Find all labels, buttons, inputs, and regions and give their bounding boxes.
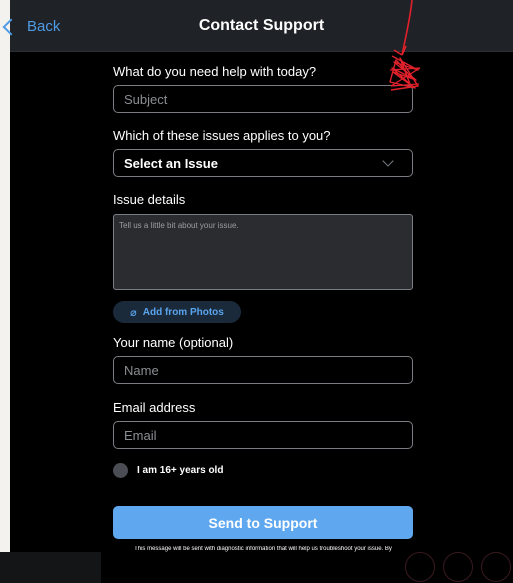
subject-label: What do you need help with today? [113,64,317,79]
issue-select[interactable]: Select an Issue [113,149,413,177]
details-label: Issue details [113,192,186,207]
send-to-support-button[interactable]: Send to Support [113,506,413,539]
age-confirm-row: I am 16+ years old [113,463,223,478]
chevron-down-icon [382,155,394,167]
diagnostic-notice: This message will be sent with diagnosti… [134,546,392,552]
email-label: Email address [113,400,196,415]
background-circle-icon [405,552,435,582]
nav-header: Back Contact Support [2,0,513,52]
add-from-photos-button[interactable]: ⌀ Add from Photos [113,301,241,323]
name-label: Your name (optional) [113,335,234,350]
background-strip [0,0,10,583]
background-icons [400,548,513,583]
send-button-label: Send to Support [208,514,318,531]
background-circle-icon [481,552,511,582]
issue-label: Which of these issues applies to you? [113,128,331,143]
paperclip-icon: ⌀ [130,306,137,319]
subject-input[interactable] [113,85,413,113]
details-textarea[interactable] [113,214,413,290]
add-from-photos-label: Add from Photos [142,306,224,318]
radio-circle-icon[interactable] [113,463,128,478]
email-input[interactable] [113,421,413,449]
contact-support-screen: Back Contact Support What do you need he… [0,0,513,583]
background-panel [0,552,101,583]
issue-select-value: Select an Issue [124,156,218,171]
page-title: Contact Support [198,17,325,34]
background-circle-icon [443,552,473,582]
name-input[interactable] [113,356,413,384]
age-confirm-label: I am 16+ years old [137,465,224,476]
